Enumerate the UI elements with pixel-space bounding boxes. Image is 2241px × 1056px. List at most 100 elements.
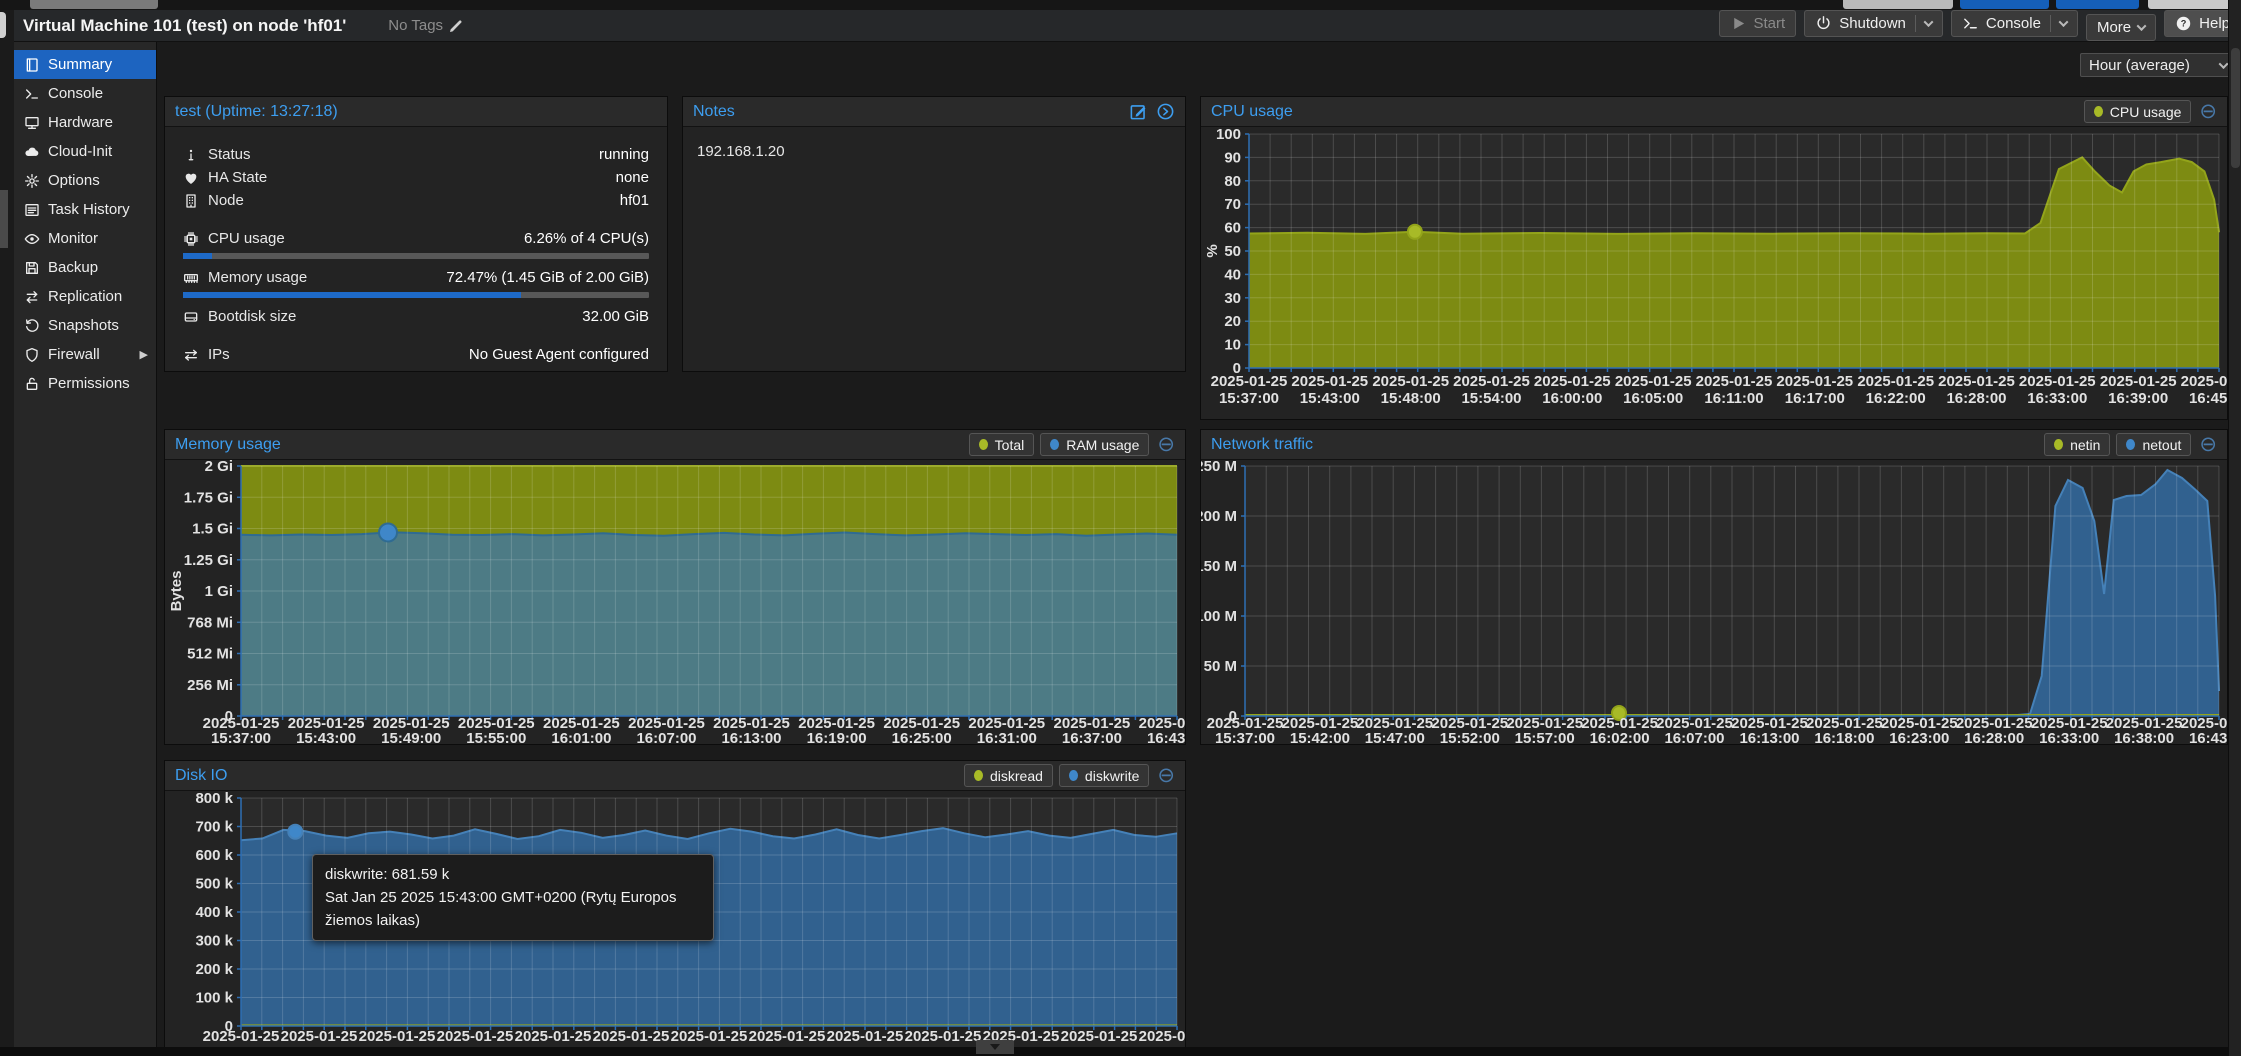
sidebar-item-summary[interactable]: Summary (14, 50, 156, 79)
svg-text:800 k: 800 k (195, 791, 233, 807)
status-row-label: HA State (208, 169, 267, 186)
svg-text:15:57:00: 15:57:00 (1515, 730, 1575, 744)
disk-io-panel-title: Disk IO (175, 767, 227, 785)
scrollbar-thumb[interactable] (2231, 48, 2240, 168)
svg-text:2025-01-25: 2025-01-25 (1139, 1028, 1185, 1045)
svg-text:60: 60 (1224, 220, 1241, 237)
svg-text:2025-01-25: 2025-01-25 (749, 1028, 826, 1045)
status-row-label: Bootdisk size (208, 308, 296, 325)
svg-text:16:39:00: 16:39:00 (2108, 390, 2168, 407)
sidebar-item-options[interactable]: Options (14, 166, 156, 195)
legend-cpu-usage[interactable]: CPU usage (2084, 100, 2192, 123)
console-button[interactable]: Console (1951, 10, 2078, 37)
svg-text:2025-01-25: 2025-01-25 (2019, 373, 2096, 390)
svg-text:70: 70 (1224, 196, 1241, 213)
collapse-icon[interactable]: ⊖ (1157, 434, 1175, 455)
legend-dot (974, 770, 983, 781)
sidebar-item-console[interactable]: Console (14, 79, 156, 108)
no-tags-label: No Tags (388, 17, 443, 34)
play-icon (1730, 15, 1747, 32)
left-edge-scrollthumb[interactable] (0, 190, 8, 248)
sidebar-item-cloud-init[interactable]: Cloud-Init (14, 137, 156, 166)
edit-notes-icon[interactable] (1129, 102, 1148, 121)
sidebar-item-hardware[interactable]: Hardware (14, 108, 156, 137)
cpu-icon (183, 231, 199, 247)
network-traffic-panel: Network traffic netinnetout ⊖ 050 M100 M… (1200, 429, 2228, 745)
svg-text:2025-01-25: 2025-01-25 (1857, 373, 1934, 390)
svg-text:768 Mi: 768 Mi (187, 614, 233, 631)
page-title: Virtual Machine 101 (test) on node 'hf01… (23, 16, 346, 36)
svg-text:16:45:00: 16:45:00 (2189, 390, 2227, 407)
collapse-icon[interactable]: ⊖ (2199, 101, 2217, 122)
more-button[interactable]: More (2086, 14, 2156, 41)
cutoff-create-ct-button (2056, 0, 2139, 9)
legend-label: diskread (990, 768, 1043, 784)
cutoff-header-strip (0, 0, 2241, 10)
collapse-icon[interactable]: ⊖ (1157, 765, 1175, 786)
svg-text:16:31:00: 16:31:00 (977, 730, 1037, 744)
svg-text:15:37:00: 15:37:00 (1215, 730, 1275, 744)
notes-content[interactable]: 192.168.1.20 (683, 127, 1185, 176)
repeat-icon (24, 289, 40, 305)
legend-dot (2094, 106, 2103, 117)
sidebar-item-permissions[interactable]: Permissions (14, 369, 156, 398)
sidebar-item-task-history[interactable]: Task History (14, 195, 156, 224)
sidebar-item-replication[interactable]: Replication (14, 282, 156, 311)
scroll-indicator[interactable] (976, 1040, 1014, 1054)
caret-down-icon (990, 1044, 1000, 1050)
sidebar-item-backup[interactable]: Backup (14, 253, 156, 282)
svg-text:2025-01-25: 2025-01-25 (827, 1028, 904, 1045)
diskwrite-marker[interactable] (288, 825, 302, 839)
start-button[interactable]: Start (1719, 10, 1797, 37)
svg-text:2025-01-25: 2025-01-25 (203, 1028, 280, 1045)
legend-diskwrite[interactable]: diskwrite (1059, 764, 1149, 787)
sidebar-item-monitor[interactable]: Monitor (14, 224, 156, 253)
svg-text:1.25 Gi: 1.25 Gi (184, 552, 233, 569)
collapse-icon[interactable]: ⊖ (2199, 434, 2217, 455)
network-traffic-panel-title: Network traffic (1211, 436, 1313, 454)
legend-netout[interactable]: netout (2116, 433, 2191, 456)
tags-area[interactable]: No Tags (388, 17, 464, 34)
legend-diskread[interactable]: diskread (964, 764, 1053, 787)
sidebar-item-label: Monitor (48, 230, 98, 247)
svg-text:16:33:00: 16:33:00 (2027, 390, 2087, 407)
cpu-usage-marker[interactable] (1408, 225, 1422, 239)
svg-text:16:37:00: 16:37:00 (1062, 730, 1122, 744)
legend-label: RAM usage (1066, 437, 1139, 453)
legend-dot (1050, 439, 1059, 450)
svg-text:90: 90 (1224, 149, 1241, 166)
more-button-label: More (2097, 19, 2131, 36)
vertical-scrollbar[interactable] (2228, 0, 2241, 1056)
notes-panel: Notes 192.168.1.20 (682, 96, 1186, 372)
sidebar-item-label: Snapshots (48, 317, 119, 334)
chevron-down-icon (1923, 17, 1933, 27)
svg-text:2025-01-25: 2025-01-25 (593, 1028, 670, 1045)
svg-text:50 M: 50 M (1204, 658, 1237, 675)
svg-text:15:52:00: 15:52:00 (1440, 730, 1500, 744)
vm-toolbar: Virtual Machine 101 (test) on node 'hf01… (14, 10, 2241, 42)
cpu-usage-panel-header: CPU usage CPU usage ⊖ (1201, 97, 2227, 127)
cutoff-search-field (30, 0, 158, 9)
edit-tags-pencil-icon[interactable] (448, 18, 464, 34)
svg-text:15:43:00: 15:43:00 (1300, 390, 1360, 407)
status-panel-header: test (Uptime: 13:27:18) (165, 97, 667, 127)
svg-text:2025-01-25: 2025-01-25 (2100, 373, 2177, 390)
expand-notes-icon[interactable] (1156, 102, 1175, 121)
sidebar-item-firewall[interactable]: Firewall▶ (14, 340, 156, 369)
legend-ram-usage[interactable]: RAM usage (1040, 433, 1149, 456)
svg-text:1.5 Gi: 1.5 Gi (192, 521, 233, 538)
period-select[interactable]: Hour (average) (2080, 53, 2236, 77)
legend-netin[interactable]: netin (2044, 433, 2110, 456)
cpu-usage-panel-title: CPU usage (1211, 103, 1293, 121)
console-button-label: Console (1986, 15, 2041, 32)
legend-total[interactable]: Total (969, 433, 1035, 456)
status-row-ha-state: HA State none (183, 166, 649, 189)
status-row-value: none (616, 169, 649, 186)
svg-text:2025-01-25: 2025-01-25 (1453, 373, 1530, 390)
status-panel: test (Uptime: 13:27:18) StatusrunningHA … (164, 96, 668, 372)
ram-usage-marker[interactable] (379, 524, 397, 542)
shutdown-button[interactable]: Shutdown (1804, 10, 1943, 37)
status-row-value: 72.47% (1.45 GiB of 2.00 GiB) (446, 269, 649, 286)
y-tick-labels: 0100 k200 k300 k400 k500 k600 k700 k800 … (195, 791, 233, 1035)
sidebar-item-snapshots[interactable]: Snapshots (14, 311, 156, 340)
